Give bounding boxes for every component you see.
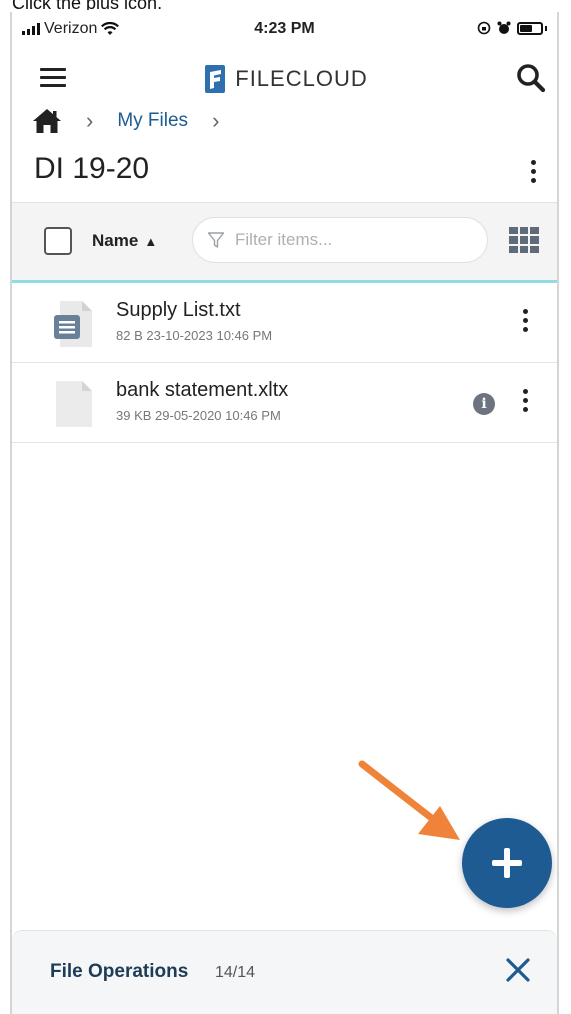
file-list: Supply List.txt 82 B 23-10-2023 10:46 PM… <box>12 283 557 443</box>
generic-file-icon <box>56 381 92 427</box>
annotation-arrow-icon <box>358 760 460 840</box>
home-icon[interactable] <box>32 108 62 134</box>
status-bar: Verizon 4:23 PM <box>12 12 557 48</box>
close-icon[interactable] <box>503 955 533 985</box>
text-file-icon <box>54 301 92 347</box>
file-name: bank statement.xltx <box>116 379 289 401</box>
sort-by-name-button[interactable]: Name ▲ <box>92 231 157 251</box>
info-icon[interactable]: i <box>473 393 495 415</box>
filter-field[interactable] <box>192 217 488 263</box>
grid-view-icon[interactable] <box>509 227 539 253</box>
orientation-lock-icon <box>477 21 491 35</box>
brand-name: FILECLOUD <box>235 66 368 91</box>
file-more-options-icon[interactable] <box>515 389 535 412</box>
file-more-options-icon[interactable] <box>515 309 535 332</box>
file-meta: 82 B 23-10-2023 10:46 PM <box>116 328 273 343</box>
sort-label: Name <box>92 231 139 250</box>
add-plus-button[interactable] <box>462 818 552 908</box>
status-right <box>477 21 547 35</box>
filter-icon <box>207 232 225 248</box>
sort-ascending-icon: ▲ <box>144 234 158 249</box>
folder-title: DI 19-20 <box>34 152 150 185</box>
filecloud-logo-icon <box>205 65 226 93</box>
file-operations-panel[interactable]: File Operations 14/14 <box>12 930 557 1014</box>
folder-more-options-icon[interactable] <box>523 160 543 183</box>
breadcrumb-chevron-icon: › <box>86 108 94 133</box>
file-meta: 39 KB 29-05-2020 10:46 PM <box>116 408 281 423</box>
file-row-bank-statement[interactable]: bank statement.xltx 39 KB 29-05-2020 10:… <box>12 363 557 443</box>
select-all-checkbox[interactable] <box>44 227 72 255</box>
phone-screen: Verizon 4:23 PM FILECLOUD › My Files › D… <box>10 12 559 1014</box>
breadcrumb: › My Files › <box>32 106 219 136</box>
battery-cap <box>545 25 547 31</box>
file-operations-count: 14/14 <box>215 964 256 981</box>
list-toolbar: Name ▲ <box>12 202 557 280</box>
alarm-icon <box>497 21 511 34</box>
filter-input[interactable] <box>235 230 435 250</box>
instruction-caption: Click the plus icon. <box>12 0 163 10</box>
breadcrumb-chevron-icon: › <box>212 108 220 133</box>
breadcrumb-my-files[interactable]: My Files <box>117 110 188 132</box>
folder-title-row: DI 19-20 <box>12 152 557 196</box>
battery-icon <box>517 21 543 35</box>
filecloud-logo: FILECLOUD <box>12 64 557 94</box>
file-row-supply-list[interactable]: Supply List.txt 82 B 23-10-2023 10:46 PM <box>12 283 557 363</box>
search-icon[interactable] <box>515 62 547 94</box>
file-name: Supply List.txt <box>116 299 241 321</box>
app-header: FILECLOUD <box>12 48 557 108</box>
status-time: 4:23 PM <box>254 20 315 37</box>
file-operations-title: File Operations <box>50 961 189 982</box>
